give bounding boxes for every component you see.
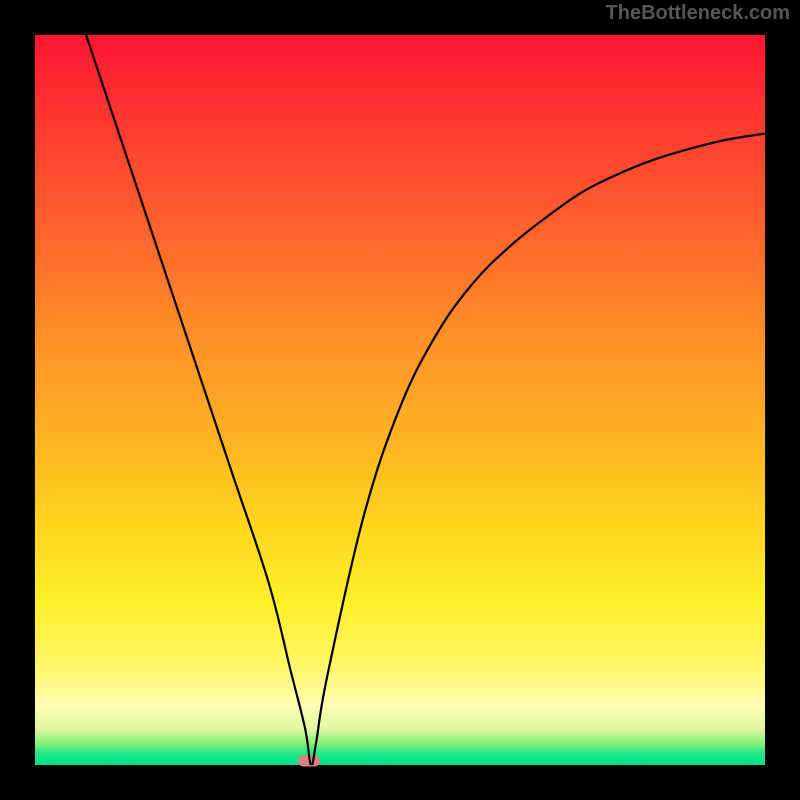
watermark-text: TheBottleneck.com	[606, 2, 790, 25]
plot-area	[35, 35, 765, 765]
curve-svg	[35, 35, 765, 765]
bottleneck-curve-path	[86, 35, 765, 765]
chart-frame: TheBottleneck.com	[0, 0, 800, 800]
